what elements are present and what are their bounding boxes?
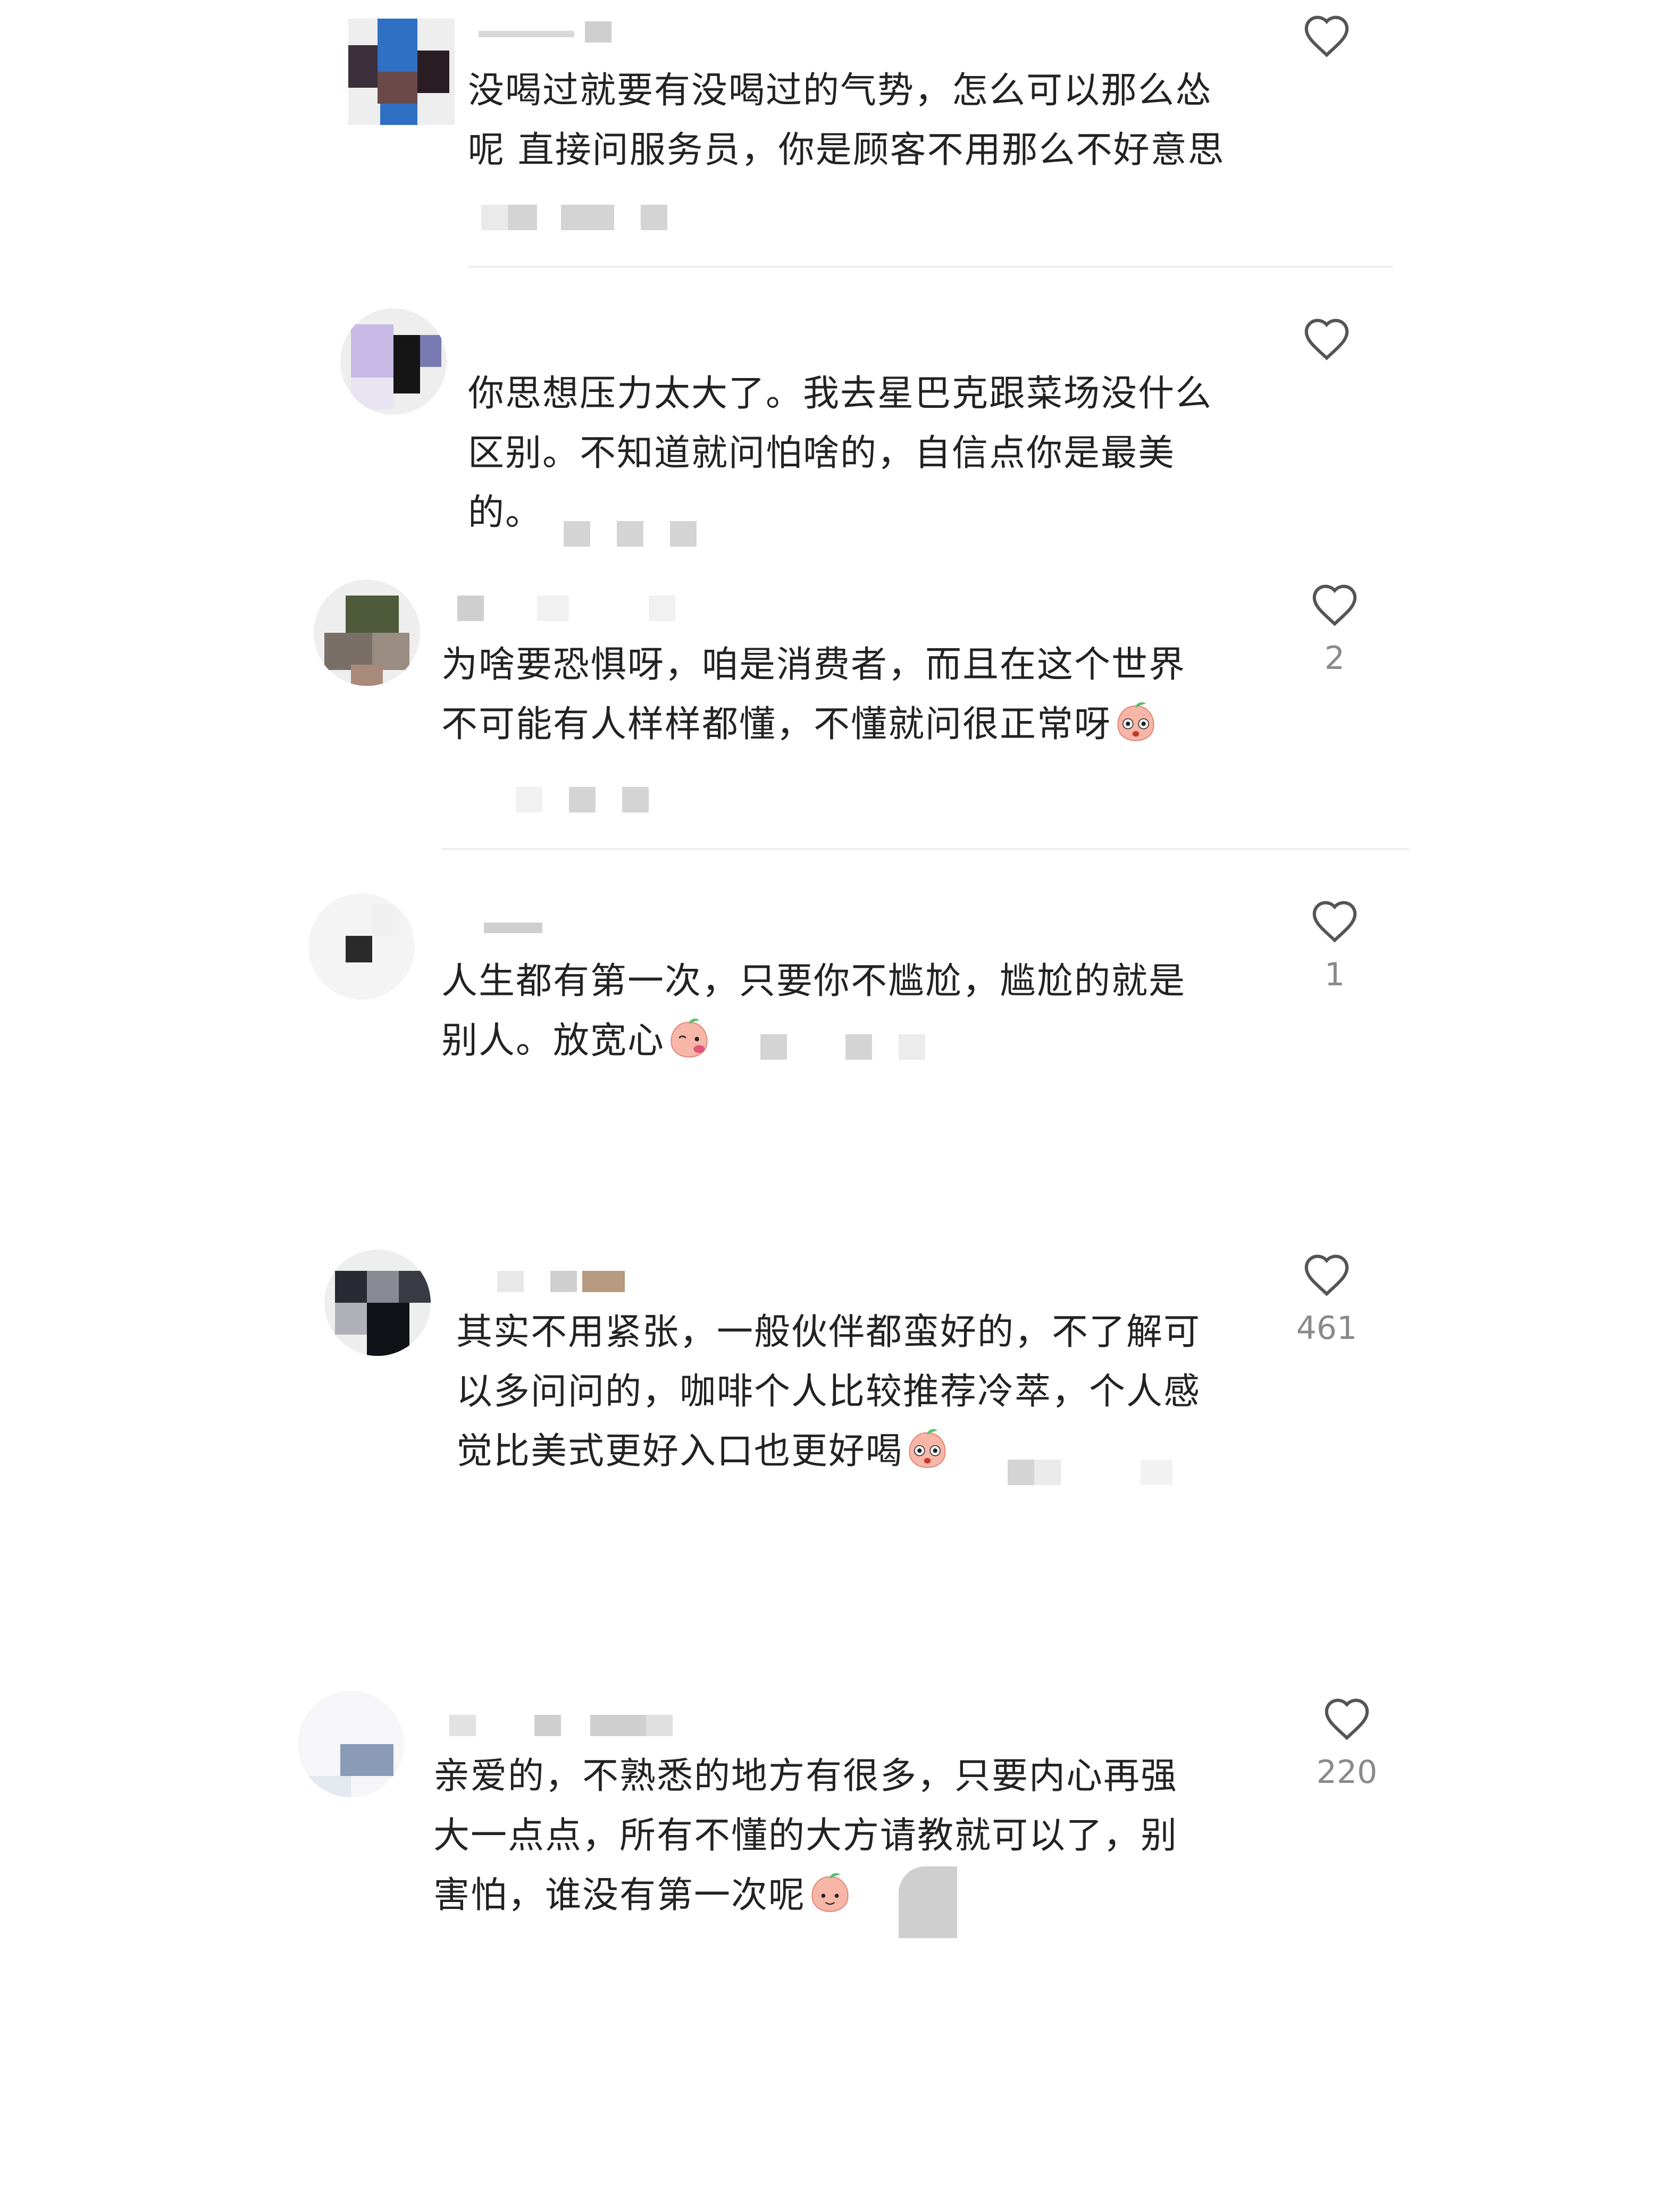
- username[interactable]: [479, 21, 617, 43]
- like-count: 1: [1324, 956, 1345, 993]
- like-button[interactable]: 461: [1289, 1252, 1364, 1347]
- comment-text: 为啥要恐惧呀，咱是消费者，而且在这个世界 不可能有人样样都懂，不懂就问很正常呀: [441, 644, 1186, 745]
- peach-face-emoji-icon: [811, 1873, 849, 1912]
- username[interactable]: [457, 596, 681, 621]
- comment-text: 没喝过就要有没喝过的气势，怎么可以那么怂 呢 直接问服务员，你是顾客不用那么不好…: [468, 70, 1225, 171]
- comment-text: 其实不用紧张，一般伙伴都蛮好的，不了解可 以多问问的，咖啡个人比较推荐冷萃，个人…: [456, 1311, 1201, 1472]
- avatar[interactable]: [314, 580, 420, 686]
- peach-face-emoji-icon: [909, 1429, 946, 1468]
- username[interactable]: [449, 1715, 678, 1736]
- like-button[interactable]: [1289, 316, 1364, 374]
- avatar[interactable]: [348, 19, 455, 125]
- heart-outline-icon: [1304, 1254, 1349, 1296]
- like-button[interactable]: 1: [1297, 899, 1372, 993]
- username[interactable]: [497, 1271, 635, 1292]
- divider: [441, 848, 1409, 850]
- peach-face-emoji-icon: [1117, 702, 1154, 741]
- comment-text: 你思想压力太大了。我去星巴克跟菜场没什么 区别。不知道就问怕啥的，自信点你是最美…: [468, 373, 1213, 534]
- avatar[interactable]: [298, 1691, 404, 1797]
- heart-outline-icon: [1325, 1698, 1369, 1740]
- username[interactable]: [484, 923, 548, 944]
- avatar[interactable]: [324, 1250, 431, 1356]
- like-button[interactable]: 2: [1297, 582, 1372, 677]
- heart-outline-icon: [1312, 584, 1357, 626]
- like-count: 2: [1324, 640, 1345, 677]
- heart-outline-icon: [1304, 319, 1349, 361]
- comment-text: 人生都有第一次，只要你不尴尬，尴尬的就是 别人。放宽心: [441, 960, 1186, 1062]
- like-count: 220: [1316, 1754, 1378, 1791]
- avatar[interactable]: [340, 308, 447, 415]
- peach-face-emoji-icon: [671, 1018, 708, 1058]
- heart-outline-icon: [1312, 901, 1357, 943]
- comment-text: 亲爱的，不熟悉的地方有很多，只要内心再强 大一点点，所有不懂的大方请教就可以了，…: [433, 1755, 1178, 1916]
- divider: [468, 266, 1393, 267]
- like-button[interactable]: 220: [1310, 1696, 1384, 1791]
- like-count: 461: [1296, 1310, 1358, 1347]
- avatar[interactable]: [308, 893, 415, 1000]
- heart-outline-icon: [1304, 15, 1349, 57]
- like-button[interactable]: [1289, 13, 1364, 71]
